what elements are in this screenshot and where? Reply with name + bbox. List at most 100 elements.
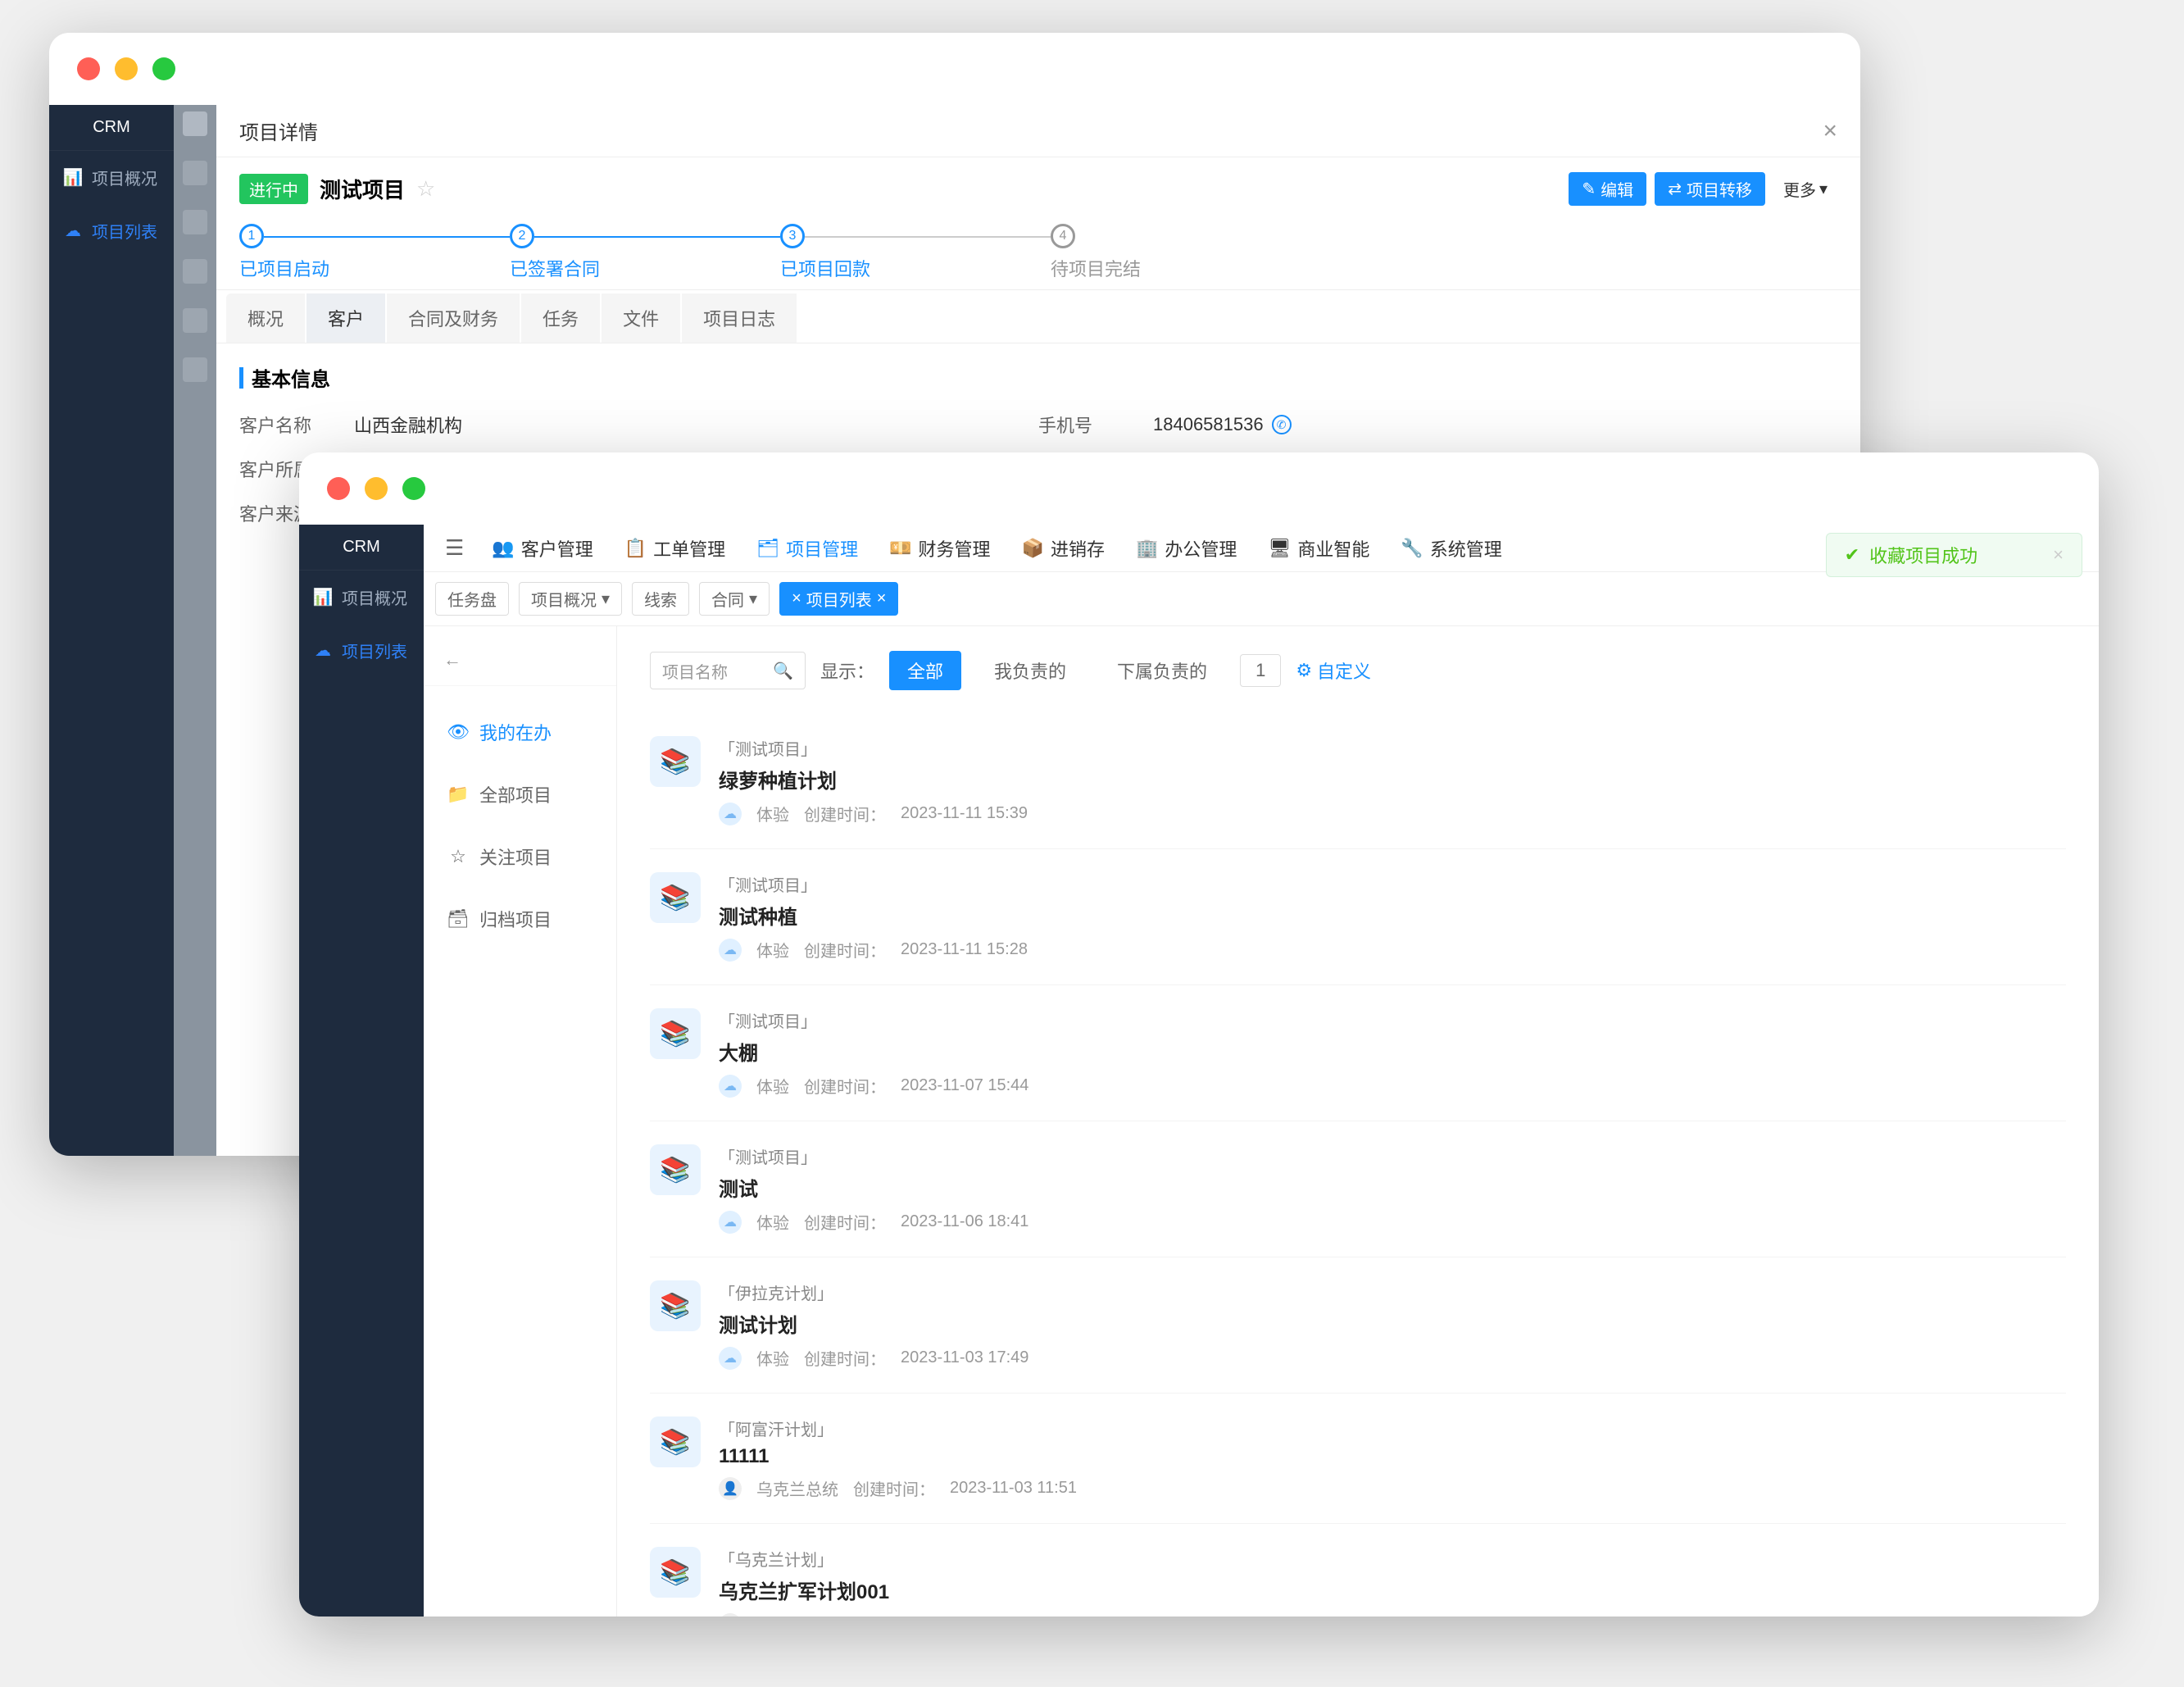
project-tag: 「乌克兰计划」 — [719, 1547, 2066, 1571]
chart-icon: 📊 — [64, 169, 82, 187]
subnav-my[interactable]: 👁我的在办 — [424, 701, 616, 763]
close-icon[interactable]: × — [1823, 117, 1837, 145]
tab-overview[interactable]: 概况 — [226, 293, 305, 343]
created-label: 创建时间： — [853, 1476, 935, 1500]
pencil-icon: ✎ — [1582, 179, 1596, 199]
chevron-down-icon: ▾ — [602, 589, 610, 609]
rail-icon[interactable] — [183, 308, 207, 333]
created-label: 创建时间： — [804, 802, 886, 825]
maximize-window[interactable] — [402, 477, 425, 500]
maximize-window[interactable] — [152, 57, 175, 80]
nav-ticket[interactable]: 📋工单管理 — [610, 525, 740, 571]
page-title: 项目详情 — [239, 116, 1823, 145]
close-window[interactable] — [77, 57, 100, 80]
project-name: 绿萝种植计划 — [719, 765, 2066, 793]
project-tag: 「测试项目」 — [719, 736, 2066, 760]
bc-task[interactable]: 任务盘 — [435, 582, 509, 616]
tab-log[interactable]: 项目日志 — [682, 293, 797, 343]
bc-overview[interactable]: 项目概况 ▾ — [519, 582, 622, 616]
created-label: 创建时间： — [804, 1074, 886, 1098]
books-icon: 📚 — [650, 1280, 701, 1331]
project-name: 测试种植 — [719, 901, 2066, 930]
project-card[interactable]: 📚「乌克兰计划」乌克兰扩军计划001👤乌克兰总统创建时间：2023-11-03 … — [650, 1524, 2066, 1617]
sidebar-item-list[interactable]: ☁ 项目列表 — [299, 624, 424, 677]
detail-header: 项目详情 × — [216, 105, 1860, 157]
subnav-starred[interactable]: ☆关注项目 — [424, 825, 616, 888]
avatar-icon: ☁ — [719, 1075, 742, 1098]
tab-task[interactable]: 任务 — [521, 293, 600, 343]
rail-icon[interactable] — [183, 210, 207, 234]
toast-close-icon[interactable]: × — [2053, 544, 2064, 566]
filter-count[interactable]: 1 — [1240, 654, 1281, 687]
project-owner: 体验 — [756, 938, 789, 962]
folder-icon: 📁 — [448, 784, 468, 805]
rail-icon[interactable] — [183, 357, 207, 382]
pill-mine[interactable]: 我负责的 — [976, 651, 1084, 690]
nav-office[interactable]: 🏢办公管理 — [1121, 525, 1251, 571]
tab-file[interactable]: 文件 — [602, 293, 680, 343]
sidebar-item-overview[interactable]: 📊 项目概况 — [49, 151, 174, 204]
search-input[interactable]: 项目名称🔍 — [650, 652, 806, 689]
brand: CRM — [299, 525, 424, 571]
pill-all[interactable]: 全部 — [889, 651, 961, 690]
tab-customer[interactable]: 客户 — [306, 293, 385, 343]
project-meta: ☁体验创建时间：2023-11-07 15:44 — [719, 1074, 2066, 1098]
bc-clue[interactable]: 线索 — [632, 582, 689, 616]
pill-sub[interactable]: 下属负责的 — [1099, 651, 1225, 690]
minimize-window[interactable] — [115, 57, 138, 80]
menu-toggle-icon[interactable]: ☰ — [434, 535, 475, 561]
star-icon[interactable]: ☆ — [416, 176, 435, 202]
window-controls — [299, 452, 2099, 525]
rail-icon[interactable] — [183, 111, 207, 136]
sidebar-item-label: 项目列表 — [342, 639, 407, 662]
sidebar-item-list[interactable]: ☁ 项目列表 — [49, 204, 174, 257]
display-label: 显示： — [820, 657, 874, 684]
progress-steps: 1 已项目启动 2 已签署合同 3 已项目回款 — [239, 224, 1837, 281]
avatar-icon: ☁ — [719, 1347, 742, 1370]
nav-customer[interactable]: 👥客户管理 — [477, 525, 607, 571]
created-label: 创建时间： — [804, 1210, 886, 1234]
project-card[interactable]: 📚「测试项目」测试种植☁体验创建时间：2023-11-11 15:28 — [650, 849, 2066, 985]
bc-list[interactable]: × 项目列表 × — [779, 582, 898, 616]
wrench-icon: 🔧 — [1401, 538, 1423, 559]
nav-finance[interactable]: 💴财务管理 — [874, 525, 1005, 571]
close-window[interactable] — [327, 477, 350, 500]
phone-icon[interactable]: ✆ — [1272, 415, 1292, 434]
chevron-down-icon: ▾ — [1819, 179, 1828, 199]
project-card[interactable]: 📚「测试项目」大棚☁体验创建时间：2023-11-07 15:44 — [650, 985, 2066, 1121]
project-name: 11111 — [719, 1445, 2066, 1468]
rail-icon[interactable] — [183, 161, 207, 185]
project-tag: 「测试项目」 — [719, 1144, 2066, 1168]
more-button[interactable]: 更多▾ — [1773, 172, 1837, 206]
collapse-button[interactable]: ← — [424, 634, 616, 686]
eye-icon: 👁 — [448, 721, 468, 743]
project-card[interactable]: 📚「伊拉克计划」测试计划☁体验创建时间：2023-11-03 17:49 — [650, 1257, 2066, 1394]
money-icon: 💴 — [889, 538, 911, 559]
subnav-archive[interactable]: 🗃归档项目 — [424, 888, 616, 950]
nav-inventory[interactable]: 📦进销存 — [1007, 525, 1119, 571]
tab-contract[interactable]: 合同及财务 — [387, 293, 520, 343]
project-name: 测试 — [719, 1173, 2066, 1202]
nav-project[interactable]: 🗂项目管理 — [742, 525, 873, 571]
project-tag: 「测试项目」 — [719, 1008, 2066, 1032]
nav-system[interactable]: 🔧系统管理 — [1386, 525, 1516, 571]
transfer-button[interactable]: ⇄项目转移 — [1655, 172, 1765, 206]
bc-contract[interactable]: 合同 ▾ — [699, 582, 770, 616]
project-meta: 👤乌克兰总统创建时间：2023-11-03 10:31 — [719, 1612, 2066, 1617]
building-icon: 🏢 — [1136, 538, 1158, 559]
minimize-window[interactable] — [365, 477, 388, 500]
subnav-all[interactable]: 📁全部项目 — [424, 763, 616, 825]
project-card[interactable]: 📚「测试项目」测试☁体验创建时间：2023-11-06 18:41 — [650, 1121, 2066, 1257]
sidebar: CRM 📊 项目概况 ☁ 项目列表 — [299, 525, 424, 1617]
edit-button[interactable]: ✎编辑 — [1569, 172, 1646, 206]
step-1: 1 已项目启动 — [239, 224, 510, 281]
custom-filter[interactable]: ⚙自定义 — [1296, 657, 1371, 684]
nav-bi[interactable]: 🖥商业智能 — [1253, 525, 1384, 571]
arrow-left-icon: ← — [443, 649, 461, 670]
project-card[interactable]: 📚「测试项目」绿萝种植计划☁体验创建时间：2023-11-11 15:39 — [650, 713, 2066, 849]
project-card[interactable]: 📚「阿富汗计划」11111👤乌克兰总统创建时间：2023-11-03 11:51 — [650, 1394, 2066, 1524]
avatar-icon: 👤 — [719, 1613, 742, 1617]
sidebar-item-overview[interactable]: 📊 项目概况 — [299, 571, 424, 624]
monitor-icon: 🖥 — [1268, 538, 1291, 559]
rail-icon[interactable] — [183, 259, 207, 284]
